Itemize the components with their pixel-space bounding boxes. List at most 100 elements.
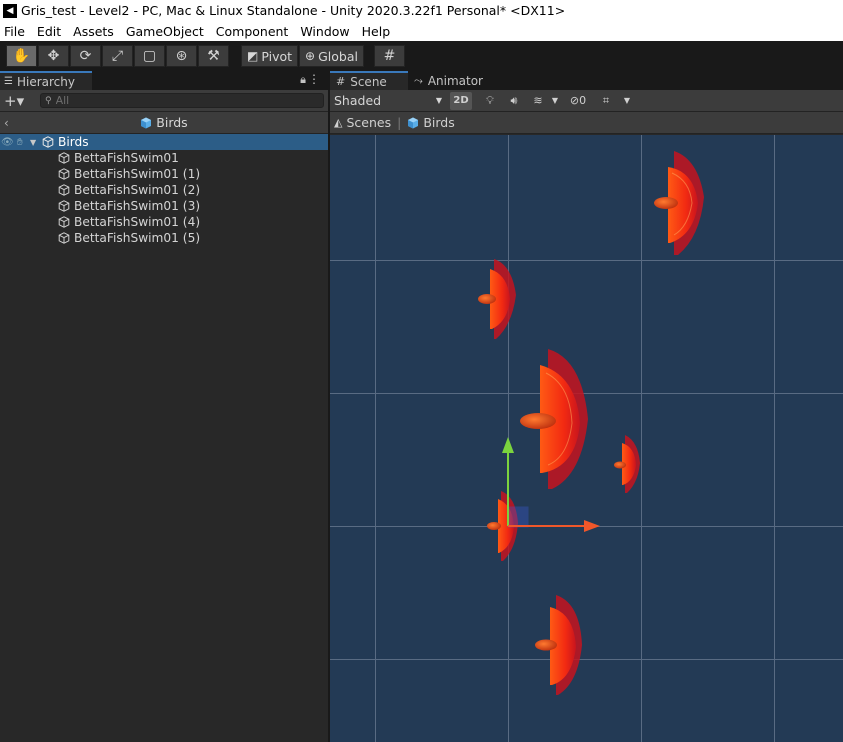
animator-tab-label: Animator [427,73,483,88]
more-options-icon[interactable]: ⋮ [308,72,320,86]
breadcrumb-birds[interactable]: Birds [423,115,454,130]
main-toolbar: ✋ ✥ ⟳ ⤢ ▢ ⊛ ⚒ ◩ Pivot ⊕ Global # [0,41,843,71]
gameobject-icon [58,152,70,164]
tree-label: BettaFishSwim01 (4) [74,215,201,229]
unity-logo-icon: ◀ [3,3,17,18]
gameobject-icon [58,168,70,180]
tree-row[interactable]: BettaFishSwim01 [0,150,328,166]
rect-icon: ▢ [142,48,157,64]
custom-tool-button[interactable]: ⚒ [198,45,229,67]
effects-dropdown-icon[interactable]: ▼ [550,92,560,110]
tree-label: BettaFishSwim01 (3) [74,199,201,213]
hierarchy-tab-label: Hierarchy [16,74,75,89]
search-icon: ⚲ [45,95,52,106]
2d-toggle[interactable]: 2D [450,91,472,110]
scene-breadcrumb: ◭ Scenes | Birds [330,112,843,134]
gizmos-dropdown-icon[interactable]: ▼ [620,92,634,110]
menu-file[interactable]: File [0,24,31,39]
effects-icon[interactable]: ≋ [528,92,548,110]
scene-grid [330,135,843,742]
menu-assets[interactable]: Assets [67,24,120,39]
tab-hierarchy[interactable]: ☰ Hierarchy [0,71,92,90]
scale-tool-button[interactable]: ⤢ [102,45,133,67]
lighting-toggle-icon[interactable]: 💡︎ [480,92,500,110]
tree-row[interactable]: BettaFishSwim01 (3) [0,198,328,214]
menu-help[interactable]: Help [356,24,397,39]
transform-tools: ✋ ✥ ⟳ ⤢ ▢ ⊛ ⚒ [6,45,229,67]
betta-fish-sprite [535,595,582,695]
gizmo-y-arrow-icon [502,437,514,453]
move-tool-button[interactable]: ✥ [38,45,69,67]
transform-tool-button[interactable]: ⊛ [166,45,197,67]
menu-edit[interactable]: Edit [31,24,67,39]
prefab-cube-icon [408,117,419,128]
rotate-icon: ⟳ [79,48,92,64]
tree-row[interactable]: BettaFishSwim01 (2) [0,182,328,198]
gameobject-icon [42,136,54,148]
tab-animator[interactable]: ⤳ Animator [408,71,489,90]
scene-grid-icon: # [336,75,346,88]
globe-icon: ⊕ [305,49,316,63]
hierarchy-tabbar: ☰ Hierarchy 🔒︎ ⋮ [0,71,328,90]
hierarchy-search-input[interactable] [55,94,296,107]
grid-snap-button[interactable]: # [373,45,405,67]
breadcrumb-scenes[interactable]: Scenes [346,115,391,130]
menu-window[interactable]: Window [294,24,355,39]
scene-canvas[interactable] [330,135,843,742]
prefab-breadcrumb: ‹ Birds [0,112,328,134]
tools-icon: ⚒ [207,48,220,64]
rect-tool-button[interactable]: ▢ [134,45,165,67]
betta-fish-sprite [654,151,704,255]
visibility-toggles[interactable]: 👁︎ ✋︎ [0,137,30,148]
betta-fish-sprite [520,349,588,489]
grid-snap-icon: # [383,48,396,64]
tree-row[interactable]: BettaFishSwim01 (5) [0,230,328,246]
gameobject-icon [58,232,70,244]
global-label: Global [318,48,358,64]
tree-label: BettaFishSwim01 [74,151,179,165]
lock-icon[interactable]: 🔒︎ [300,73,306,87]
pivot-label: Pivot [261,48,293,64]
tree-row[interactable]: BettaFishSwim01 (1) [0,166,328,182]
hierarchy-panel: ☰ Hierarchy 🔒︎ ⋮ +▾ ⚲ ‹ Birds 👁︎ ✋︎ ▼ Bi… [0,71,328,742]
rotate-tool-button[interactable]: ⟳ [70,45,101,67]
fold-expanded-icon[interactable]: ▼ [30,138,42,147]
gizmo-grid-icon[interactable]: ⌗ [596,92,616,110]
tree-label-root: Birds [58,135,89,149]
global-toggle[interactable]: ⊕ Global [299,45,364,67]
transform-icon: ⊛ [175,48,188,64]
prefab-breadcrumb-label[interactable]: Birds [156,115,187,130]
gameobject-icon [58,184,70,196]
menu-component[interactable]: Component [210,24,295,39]
pivot-icon: ◩ [247,49,259,63]
hidden-objects-toggle[interactable]: ⊘ 0 [564,92,592,110]
tree-row-root[interactable]: 👁︎ ✋︎ ▼ Birds [0,134,328,150]
audio-toggle-icon[interactable]: 🔊︎ [504,92,524,110]
gameobject-icon [58,200,70,212]
animator-icon: ⤳ [414,73,423,87]
tab-scene[interactable]: # Scene [330,71,408,90]
prefab-cube-icon [141,117,152,128]
title-bar: ◀ Gris_test - Level2 - PC, Mac & Linux S… [0,0,843,21]
tree-label: BettaFishSwim01 (2) [74,183,201,197]
gizmo-xy-plane-handle [507,506,529,528]
back-arrow-icon[interactable]: ‹ [4,116,9,130]
betta-fish-sprite [478,259,516,339]
scene-viewport[interactable] [330,135,843,742]
menu-bar: File Edit Assets GameObject Component Wi… [0,21,843,41]
eye-slash-icon: ⊘ [569,94,580,107]
breadcrumb-separator: | [397,115,402,130]
betta-fish-sprite [614,435,640,493]
gameobject-icon [58,216,70,228]
pivot-toggle[interactable]: ◩ Pivot [241,45,299,67]
scene-toolbar: Shaded ▼ 2D 💡︎ 🔊︎ ≋ ▼ ⊘ 0 ⌗ ▼ [330,90,843,112]
menu-gameobject[interactable]: GameObject [120,24,210,39]
move-icon: ✥ [47,48,60,64]
create-dropdown-button[interactable]: +▾ [4,92,30,110]
hand-tool-button[interactable]: ✋ [6,45,37,67]
hierarchy-search-box: ⚲ [40,93,324,108]
shading-mode-dropdown[interactable]: Shaded ▼ [330,92,446,110]
hierarchy-search-row: +▾ ⚲ [0,90,328,112]
pivot-group: ◩ Pivot ⊕ Global [241,45,364,67]
tree-row[interactable]: BettaFishSwim01 (4) [0,214,328,230]
